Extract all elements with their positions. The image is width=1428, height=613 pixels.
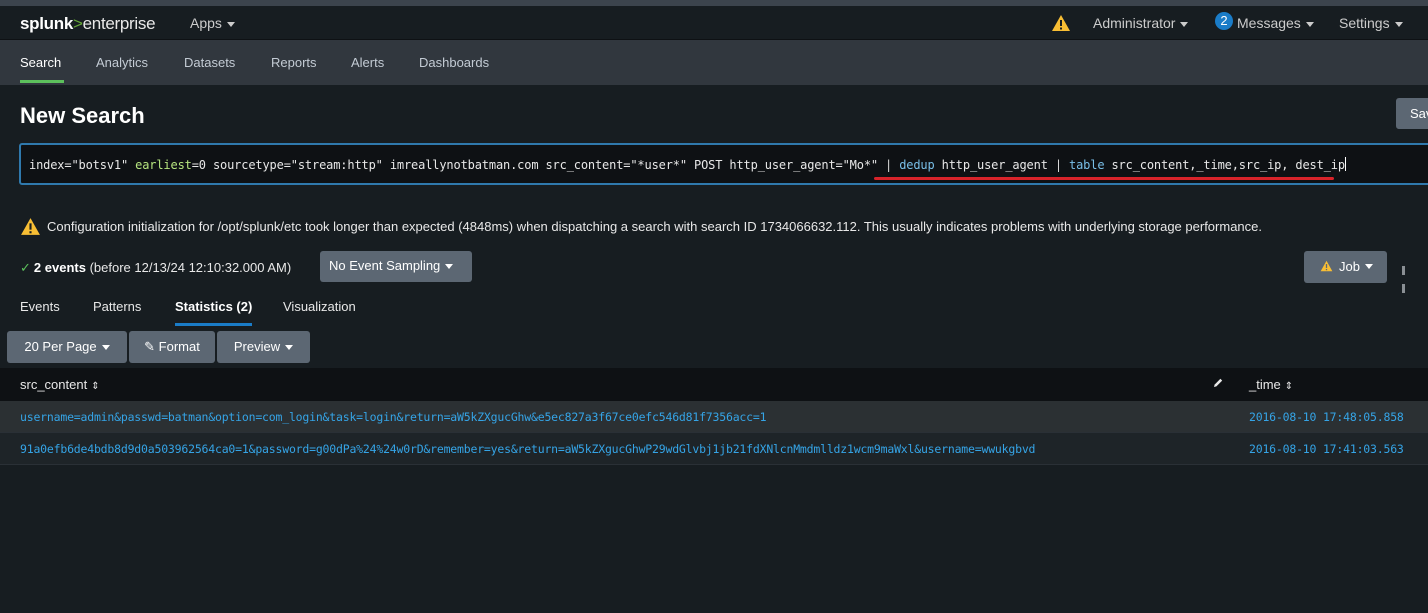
query-pipe: | <box>885 158 900 172</box>
query-part: src_content,_time,src_ip, dest_ip <box>1104 158 1345 172</box>
admin-label: Administrator <box>1093 15 1176 31</box>
tab-analytics[interactable]: Analytics <box>96 55 148 70</box>
cell-src-content[interactable]: username=admin&passwd=batman&option=com_… <box>20 410 767 424</box>
per-page-dropdown[interactable]: 20 Per Page <box>7 331 127 363</box>
edit-pencil-icon[interactable] <box>1212 377 1224 389</box>
tab-patterns[interactable]: Patterns <box>93 299 141 314</box>
settings-menu[interactable]: Settings <box>1339 15 1403 31</box>
query-command-table: table <box>1069 158 1105 172</box>
administrator-menu[interactable]: Administrator <box>1093 15 1189 31</box>
messages-count-badge[interactable]: 2 <box>1215 12 1233 30</box>
logo-text-splunk: splunk <box>20 14 73 33</box>
settings-label: Settings <box>1339 15 1390 31</box>
cell-time[interactable]: 2016-08-10 17:41:03.563 <box>1249 442 1404 456</box>
messages-menu[interactable]: Messages <box>1237 15 1314 31</box>
preview-dropdown[interactable]: Preview <box>217 331 310 363</box>
format-button[interactable]: ✎ Format <box>129 331 215 363</box>
table-row: 91a0efb6de4bdb8d9d0a503962564ca0=1&passw… <box>0 433 1428 465</box>
caret-down-icon <box>285 345 294 351</box>
tab-dashboards[interactable]: Dashboards <box>419 55 489 70</box>
text-cursor <box>1344 157 1346 171</box>
query-command-dedup: dedup <box>899 158 935 172</box>
table-row: username=admin&passwd=batman&option=com_… <box>0 401 1428 433</box>
main-content: New Search Save As index="botsv1" earlie… <box>0 85 1428 613</box>
query-pipe: | <box>1054 158 1070 172</box>
caret-down-icon <box>226 21 235 27</box>
warning-icon <box>1320 260 1333 272</box>
event-count: 2 events <box>33 260 86 275</box>
warning-message: Configuration initialization for /opt/sp… <box>20 217 1262 236</box>
tab-events[interactable]: Events <box>20 299 60 314</box>
cell-time[interactable]: 2016-08-10 17:48:05.858 <box>1249 410 1404 424</box>
tab-statistics[interactable]: Statistics (2) <box>175 299 252 314</box>
tab-reports[interactable]: Reports <box>271 55 317 70</box>
apps-label: Apps <box>190 15 222 31</box>
search-query-text: index="botsv1" earliest=0 sourcetype="st… <box>29 157 1346 172</box>
event-sampling-dropdown[interactable]: No Event Sampling <box>320 251 472 282</box>
sort-icon: ⇕ <box>91 381 100 392</box>
checkmark-icon: ✓ <box>20 260 31 275</box>
tab-visualization[interactable]: Visualization <box>283 299 356 314</box>
caret-down-icon <box>1394 21 1403 27</box>
top-navbar: splunk>enterprise Apps Administrator 2 M… <box>0 6 1428 40</box>
caret-down-icon <box>1305 21 1314 27</box>
caret-down-icon <box>445 264 454 270</box>
splunk-logo[interactable]: splunk>enterprise <box>20 14 156 34</box>
query-keyword: earliest <box>135 158 192 172</box>
caret-down-icon <box>101 345 110 351</box>
format-label: Format <box>158 339 200 354</box>
sampling-label: No Event Sampling <box>329 258 441 273</box>
caret-down-icon <box>1180 21 1189 27</box>
column-label: src_content <box>20 377 88 392</box>
apps-menu[interactable]: Apps <box>190 15 235 31</box>
page-title: New Search <box>20 103 145 128</box>
query-part: http_user_agent <box>934 158 1055 172</box>
job-menu-button[interactable]: Job <box>1304 251 1387 283</box>
warning-icon <box>21 218 40 235</box>
job-label: Job <box>1339 259 1360 274</box>
per-page-label: 20 Per Page <box>24 339 97 354</box>
preview-label: Preview <box>233 339 281 354</box>
messages-label: Messages <box>1237 15 1301 31</box>
app-bar: Search Analytics Datasets Reports Alerts… <box>0 40 1428 85</box>
warning-text: Configuration initialization for /opt/sp… <box>47 219 1262 234</box>
table-header: src_content ⇕ _time ⇕ <box>0 368 1428 401</box>
result-tabs: Events Patterns Statistics (2) Visualiza… <box>0 297 1428 326</box>
tab-alerts[interactable]: Alerts <box>351 55 384 70</box>
save-as-button[interactable]: Save As <box>1396 98 1428 129</box>
event-time-range: (before 12/13/24 12:10:32.000 AM) <box>85 260 292 275</box>
event-count-status: ✓ 2 events (before 12/13/24 12:10:32.000 … <box>20 260 291 276</box>
column-header-time[interactable]: _time ⇕ <box>1249 377 1293 392</box>
query-part: =0 sourcetype="stream:http" imreallynotb… <box>191 158 886 172</box>
sort-icon: ⇕ <box>1284 381 1294 392</box>
query-part: index="botsv1" <box>29 158 136 172</box>
tab-search[interactable]: Search <box>20 55 61 70</box>
caret-down-icon <box>1364 264 1373 269</box>
logo-text-enterprise: enterprise <box>82 14 156 33</box>
active-result-tab-indicator <box>175 323 252 326</box>
pause-icon[interactable] <box>1402 262 1410 293</box>
cell-src-content[interactable]: 91a0efb6de4bdb8d9d0a503962564ca0=1&passw… <box>20 442 1035 456</box>
active-tab-indicator <box>20 80 64 83</box>
statistics-table: src_content ⇕ _time ⇕ username=admin&passw… <box>0 368 1428 465</box>
column-label: _time <box>1249 377 1281 392</box>
pencil-icon: ✎ <box>144 339 156 354</box>
logo-chevron: > <box>73 14 83 33</box>
annotation-underline <box>874 177 1334 180</box>
warning-icon[interactable] <box>1051 14 1071 32</box>
column-header-src-content[interactable]: src_content ⇕ <box>20 377 100 392</box>
tab-datasets[interactable]: Datasets <box>184 55 235 70</box>
